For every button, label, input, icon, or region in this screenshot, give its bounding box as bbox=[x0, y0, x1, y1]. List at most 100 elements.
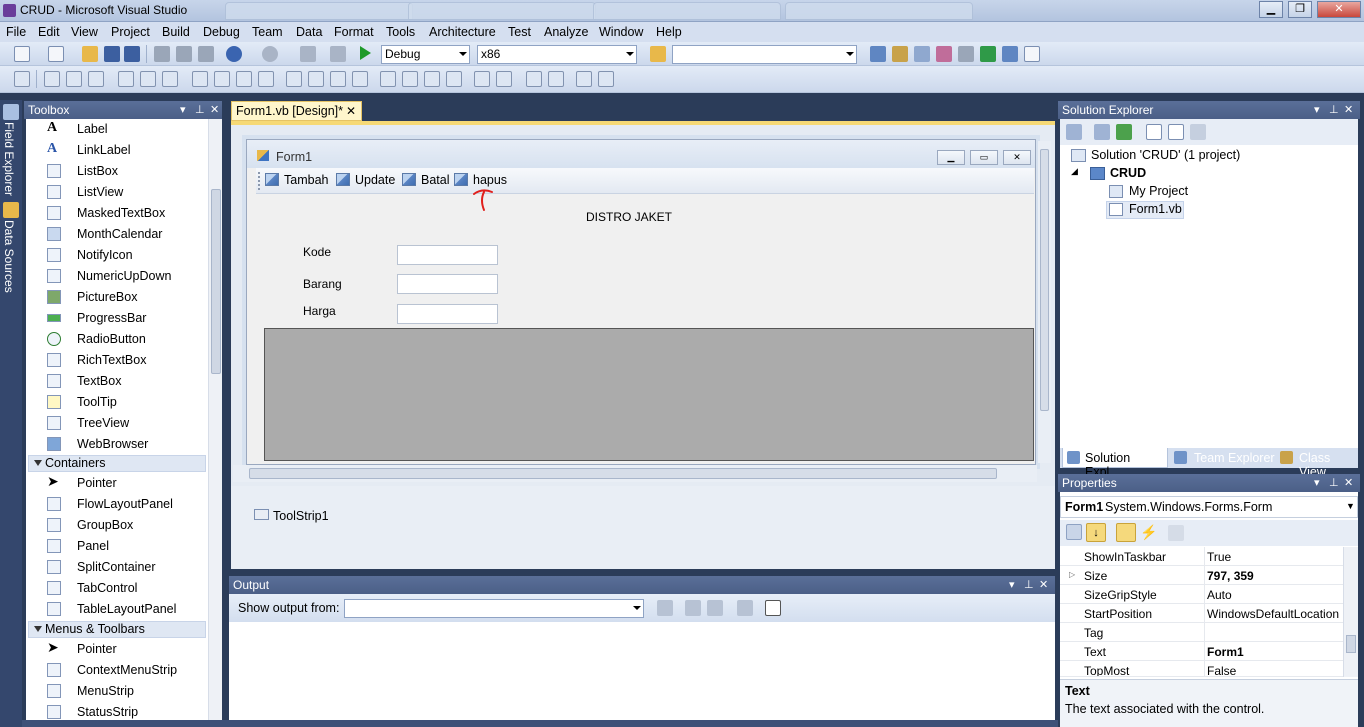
document-tab-form1[interactable]: Form1.vb [Design]* ✕ bbox=[231, 101, 362, 121]
textbox-kode[interactable] bbox=[397, 245, 498, 265]
toolbox-item[interactable]: TreeView bbox=[26, 413, 208, 434]
find-message-icon[interactable] bbox=[657, 600, 673, 616]
close-icon[interactable]: ✕ bbox=[1344, 476, 1353, 489]
menu-test[interactable]: Test bbox=[508, 25, 531, 39]
find-combo[interactable] bbox=[672, 45, 857, 64]
close-button[interactable]: ✕ bbox=[1317, 1, 1361, 18]
undo-icon[interactable] bbox=[226, 46, 242, 62]
solution-configuration-select[interactable]: Debug bbox=[381, 45, 470, 64]
properties-object-select[interactable]: Form1 System.Windows.Forms.Form ▼ bbox=[1060, 496, 1358, 518]
view-designer-icon[interactable] bbox=[1168, 124, 1184, 140]
properties-scrollbar[interactable] bbox=[1343, 547, 1358, 677]
solution-explorer-icon[interactable] bbox=[870, 46, 886, 62]
bring-to-front-icon[interactable] bbox=[526, 71, 542, 87]
pin-icon[interactable]: ⊥ bbox=[1329, 103, 1339, 116]
toolbox-item[interactable]: A Label bbox=[26, 119, 208, 140]
make-same-width-icon[interactable] bbox=[192, 71, 208, 87]
increase-vertical-spacing-icon[interactable] bbox=[402, 71, 418, 87]
solution-platform-select[interactable]: x86 bbox=[477, 45, 637, 64]
view-code-icon[interactable] bbox=[1146, 124, 1162, 140]
field-explorer-tab[interactable]: Field Explorer bbox=[2, 122, 16, 196]
extension-manager-icon[interactable] bbox=[958, 46, 974, 62]
word-wrap-icon[interactable] bbox=[765, 600, 781, 616]
designer-vertical-scrollbar[interactable] bbox=[1038, 141, 1051, 463]
data-sources-tab[interactable]: Data Sources bbox=[2, 220, 16, 293]
property-pages-icon[interactable] bbox=[1168, 525, 1184, 541]
toolbox-item[interactable]: NumericUpDown bbox=[26, 266, 208, 287]
tree-solution-root[interactable]: Solution 'CRUD' (1 project) bbox=[1091, 148, 1240, 162]
toolbox-item[interactable]: PictureBox bbox=[26, 287, 208, 308]
toolbox-item[interactable]: ContextMenuStrip bbox=[26, 660, 208, 681]
toolbox-item[interactable]: SplitContainer bbox=[26, 557, 208, 578]
property-row[interactable]: Tag bbox=[1060, 623, 1358, 642]
copy-icon[interactable] bbox=[176, 46, 192, 62]
toolbox-item[interactable]: MonthCalendar bbox=[26, 224, 208, 245]
menu-debug[interactable]: Debug bbox=[203, 25, 240, 39]
property-row[interactable]: Text Form1 bbox=[1060, 642, 1358, 661]
add-item-icon[interactable] bbox=[48, 46, 64, 62]
start-page-icon[interactable] bbox=[980, 46, 996, 62]
dropdown-icon[interactable]: ▾ bbox=[1009, 578, 1015, 591]
menu-file[interactable]: File bbox=[6, 25, 26, 39]
dropdown-icon[interactable]: ▾ bbox=[1314, 103, 1320, 116]
scrollbar-thumb[interactable] bbox=[211, 189, 221, 374]
open-folder-icon[interactable] bbox=[82, 46, 98, 62]
toolbox-item[interactable]: FlowLayoutPanel bbox=[26, 494, 208, 515]
align-bottoms-icon[interactable] bbox=[162, 71, 178, 87]
toolbox-item[interactable]: ToolTip bbox=[26, 392, 208, 413]
command-window-icon[interactable] bbox=[1024, 46, 1040, 62]
expand-icon[interactable]: ▷ bbox=[1069, 570, 1075, 579]
make-same-size-icon[interactable] bbox=[236, 71, 252, 87]
toolbox-item[interactable]: TabControl bbox=[26, 578, 208, 599]
textbox-barang[interactable] bbox=[397, 274, 498, 294]
close-tab-icon[interactable]: ✕ bbox=[346, 104, 356, 118]
menu-team[interactable]: Team bbox=[252, 25, 283, 39]
toolbox-item[interactable]: TextBox bbox=[26, 371, 208, 392]
tab-team-explorer[interactable]: Team Explorer bbox=[1174, 448, 1278, 468]
expand-triangle-icon[interactable]: ◢ bbox=[1071, 166, 1078, 177]
lock-controls-icon[interactable] bbox=[598, 71, 614, 87]
menu-project[interactable]: Project bbox=[111, 25, 150, 39]
events-icon[interactable]: ⚡ bbox=[1140, 524, 1157, 540]
vertical-spacing-icon[interactable] bbox=[380, 71, 396, 87]
tray-item-toolstrip1[interactable]: ToolStrip1 bbox=[273, 509, 329, 523]
tree-project[interactable]: CRUD bbox=[1110, 166, 1146, 180]
menu-tools[interactable]: Tools bbox=[386, 25, 415, 39]
toolbox-item[interactable]: ➤ Pointer bbox=[26, 639, 208, 660]
scrollbar-thumb[interactable] bbox=[249, 468, 997, 479]
property-row[interactable]: ShowInTaskbar True bbox=[1060, 547, 1358, 566]
size-to-grid-icon[interactable] bbox=[258, 71, 274, 87]
tab-order-icon[interactable] bbox=[576, 71, 592, 87]
toolbox-item[interactable]: ➤ Pointer bbox=[26, 473, 208, 494]
make-same-height-icon[interactable] bbox=[214, 71, 230, 87]
property-row[interactable]: SizeGripStyle Auto bbox=[1060, 585, 1358, 604]
team-explorer-icon[interactable] bbox=[1002, 46, 1018, 62]
find-in-files-icon[interactable] bbox=[650, 46, 666, 62]
toolbox-item[interactable]: RadioButton bbox=[26, 329, 208, 350]
toolbox-category-menus-toolbars[interactable]: Menus & Toolbars bbox=[28, 621, 206, 638]
toolbox-item[interactable]: Panel bbox=[26, 536, 208, 557]
tab-class-view[interactable]: Class View bbox=[1280, 448, 1358, 479]
menu-data[interactable]: Data bbox=[296, 25, 322, 39]
pin-icon[interactable]: ⊥ bbox=[1024, 578, 1034, 591]
cut-icon[interactable] bbox=[154, 46, 170, 62]
textbox-harga[interactable] bbox=[397, 304, 498, 324]
close-icon[interactable]: ✕ bbox=[1039, 578, 1048, 591]
tab-solution-explorer[interactable]: Solution Expl... bbox=[1062, 448, 1168, 479]
clear-all-icon[interactable] bbox=[737, 600, 753, 616]
save-all-icon[interactable] bbox=[124, 46, 140, 62]
previous-message-icon[interactable] bbox=[685, 600, 701, 616]
next-message-icon[interactable] bbox=[707, 600, 723, 616]
toolbox-category-containers[interactable]: Containers bbox=[28, 455, 206, 472]
toolbox-item[interactable]: NotifyIcon bbox=[26, 245, 208, 266]
pin-icon[interactable]: ⊥ bbox=[195, 103, 205, 116]
menu-build[interactable]: Build bbox=[162, 25, 190, 39]
view-class-diagram-icon[interactable] bbox=[1190, 124, 1206, 140]
menu-format[interactable]: Format bbox=[334, 25, 374, 39]
decrease-horizontal-spacing-icon[interactable] bbox=[330, 71, 346, 87]
properties-view-icon[interactable] bbox=[1116, 523, 1136, 542]
scrollbar-thumb[interactable] bbox=[1346, 635, 1356, 653]
align-centers-icon[interactable] bbox=[66, 71, 82, 87]
align-middles-icon[interactable] bbox=[140, 71, 156, 87]
designer-horizontal-scrollbar[interactable] bbox=[233, 465, 1037, 482]
